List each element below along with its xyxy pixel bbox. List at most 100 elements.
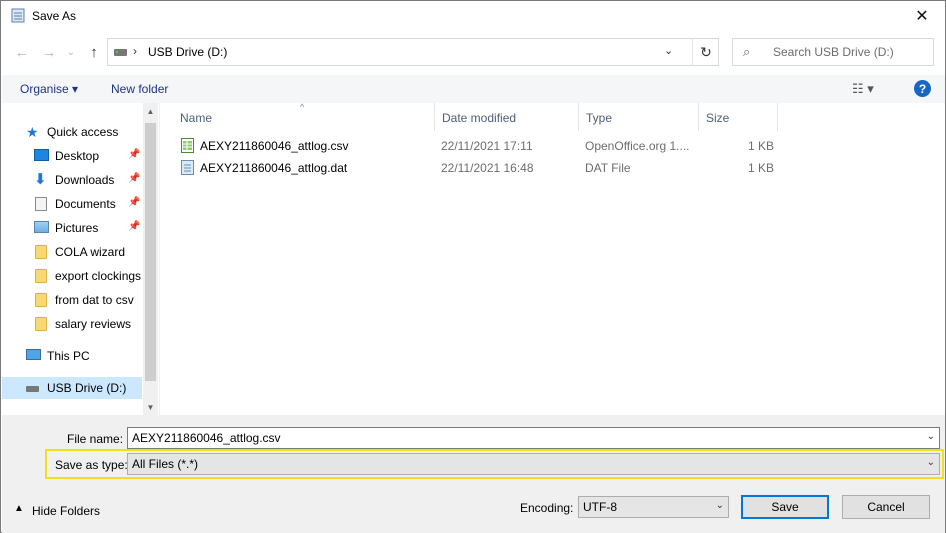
arrow-right-icon: →	[41, 43, 57, 61]
forward-button[interactable]: →	[39, 41, 59, 63]
sidebar-item-downloads[interactable]: ⬇ Downloads 📌	[2, 169, 142, 191]
up-button[interactable]: ↑	[84, 41, 104, 63]
pin-icon: 📌	[128, 149, 141, 160]
notepad-icon	[11, 8, 25, 23]
arrow-left-icon: ←	[14, 43, 30, 61]
sidebar-item-label: from dat to csv	[55, 293, 134, 307]
folder-icon	[35, 293, 47, 307]
file-name-value: AEXY211860046_attlog.csv	[132, 431, 281, 445]
pin-icon: 📌	[128, 197, 141, 208]
pictures-icon	[34, 221, 49, 233]
file-list: Name ^ Date modified Type Size AEXY21186…	[159, 102, 946, 415]
save-as-dialog: Save As ✕ ← → ⌄ ↑ › USB Drive (D:) ⌄ ↻ ⌕…	[0, 0, 946, 533]
save-button[interactable]: Save	[741, 495, 829, 519]
close-icon: ✕	[915, 8, 929, 25]
pc-icon	[26, 349, 41, 360]
sidebar-item-documents[interactable]: Documents 📌	[2, 193, 142, 215]
save-as-type-label: Save as type:	[55, 458, 128, 472]
window-title: Save As	[32, 9, 77, 23]
encoding-value: UTF-8	[583, 500, 617, 514]
file-name-label: File name:	[67, 432, 124, 446]
drive-icon	[114, 49, 127, 56]
sidebar-item-from-dat-to-csv[interactable]: from dat to csv	[2, 289, 142, 311]
dat-file-icon	[181, 160, 194, 175]
column-header-name[interactable]: Name ^	[173, 102, 435, 131]
chevron-up-icon: ▲	[14, 503, 24, 514]
folder-icon	[35, 269, 47, 283]
sidebar-item-label: USB Drive (D:)	[47, 381, 127, 395]
close-button[interactable]: ✕	[899, 1, 945, 31]
sidebar-item-quick-access[interactable]: ★ Quick access	[2, 121, 142, 143]
scroll-up-arrow-icon[interactable]: ▲	[143, 103, 158, 119]
view-options-icon[interactable]: ☷ ▾	[852, 81, 874, 97]
folder-icon	[35, 317, 47, 331]
file-name-field[interactable]: AEXY211860046_attlog.csv ⌄	[127, 427, 940, 449]
breadcrumb-separator: ›	[133, 44, 137, 58]
sidebar-item-export-clockings[interactable]: export clockings	[2, 265, 142, 287]
breadcrumb[interactable]: USB Drive (D:)	[148, 45, 227, 59]
chevron-down-icon[interactable]: ⌄	[716, 500, 724, 511]
sidebar-scrollbar[interactable]: ▲ ▼	[143, 103, 158, 415]
file-size: 1 KB	[748, 161, 775, 175]
file-date: 22/11/2021 16:48	[441, 161, 534, 175]
sidebar-item-label: Pictures	[55, 221, 99, 235]
command-toolbar: Organise ▾ New folder ☷ ▾ ?	[2, 75, 945, 103]
file-name: AEXY211860046_attlog.dat	[200, 161, 348, 175]
new-folder-button[interactable]: New folder	[111, 82, 168, 96]
chevron-down-icon[interactable]: ⌄	[927, 431, 935, 442]
column-header-label: Name	[180, 111, 213, 125]
sort-ascending-icon: ^	[300, 102, 305, 112]
encoding-label: Encoding:	[520, 501, 574, 515]
cancel-button[interactable]: Cancel	[842, 495, 930, 519]
navigation-pane: ★ Quick access Desktop 📌 ⬇ Downloads 📌 D…	[2, 103, 158, 415]
file-type: OpenOffice.org 1....	[585, 139, 690, 153]
download-icon: ⬇	[34, 171, 47, 188]
file-name: AEXY211860046_attlog.csv	[200, 139, 349, 153]
hide-folders-button[interactable]: ▲ Hide Folders	[14, 503, 114, 520]
column-header-label: Size	[706, 111, 730, 125]
hide-folders-label: Hide Folders	[32, 504, 101, 518]
encoding-select[interactable]: UTF-8 ⌄	[578, 496, 729, 518]
sidebar-item-label: Quick access	[47, 125, 119, 139]
arrow-up-icon: ↑	[90, 43, 98, 61]
sidebar-item-desktop[interactable]: Desktop 📌	[2, 145, 142, 167]
column-header-size[interactable]: Size	[699, 103, 778, 131]
search-placeholder: Search USB Drive (D:)	[773, 45, 894, 59]
file-row[interactable]: AEXY211860046_attlog.csv 22/11/2021 17:1…	[160, 135, 946, 157]
column-header-label: Type	[586, 111, 613, 125]
organise-button[interactable]: Organise ▾	[20, 82, 78, 96]
sidebar-item-usb-drive[interactable]: USB Drive (D:)	[2, 377, 142, 399]
sidebar-item-label: salary reviews	[55, 317, 132, 331]
sidebar-item-pictures[interactable]: Pictures 📌	[2, 217, 142, 239]
sidebar-item-label: Documents	[55, 197, 116, 211]
search-input[interactable]: ⌕ Search USB Drive (D:)	[732, 38, 934, 66]
save-as-type-value: All Files (*.*)	[132, 457, 199, 471]
recent-locations-button[interactable]: ⌄	[61, 41, 81, 63]
drive-icon	[26, 386, 39, 392]
column-header-date[interactable]: Date modified	[435, 103, 579, 131]
save-as-type-select[interactable]: All Files (*.*) ⌄	[127, 453, 940, 475]
address-dropdown-icon[interactable]: ⌄	[664, 44, 673, 57]
file-size: 1 KB	[748, 139, 775, 153]
address-bar[interactable]: › USB Drive (D:) ⌄ ↻	[107, 38, 719, 66]
sidebar-item-label: COLA wizard	[55, 245, 126, 259]
help-icon[interactable]: ?	[914, 80, 931, 97]
sidebar-item-label: Desktop	[55, 149, 100, 163]
refresh-button[interactable]: ↻	[692, 39, 719, 65]
refresh-icon: ↻	[700, 43, 712, 60]
back-button[interactable]: ←	[12, 41, 32, 63]
scrollbar-thumb[interactable]	[145, 123, 156, 381]
title-bar: Save As ✕	[1, 1, 945, 31]
column-header-type[interactable]: Type	[579, 103, 699, 131]
scroll-down-arrow-icon[interactable]: ▼	[143, 399, 158, 415]
sidebar-item-cola-wizard[interactable]: COLA wizard	[2, 241, 142, 263]
file-row[interactable]: AEXY211860046_attlog.dat 22/11/2021 16:4…	[160, 157, 946, 179]
desktop-icon	[34, 149, 49, 161]
sidebar-item-this-pc[interactable]: This PC	[2, 345, 142, 367]
sidebar-item-salary-reviews[interactable]: salary reviews	[2, 313, 142, 335]
search-icon: ⌕	[743, 44, 751, 59]
folder-icon	[35, 245, 47, 259]
file-date: 22/11/2021 17:11	[441, 139, 533, 153]
sidebar-item-label: export clockings	[55, 269, 142, 283]
chevron-down-icon[interactable]: ⌄	[927, 457, 935, 468]
